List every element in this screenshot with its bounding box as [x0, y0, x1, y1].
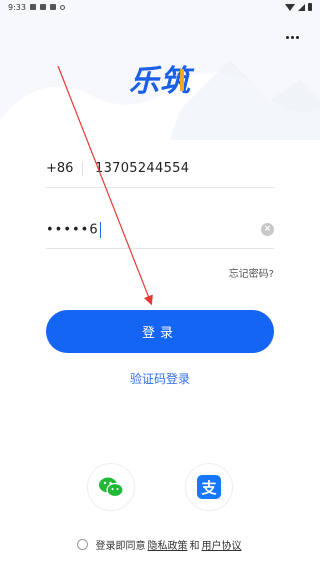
password-input[interactable]: •••••6	[46, 221, 101, 238]
wechat-login-button[interactable]	[87, 463, 135, 511]
logo-accent	[180, 69, 184, 91]
clear-icon[interactable]: ×	[261, 223, 274, 236]
text-caret	[99, 221, 101, 238]
agreement-row: 登录即同意 隐私政策 和 用户协议	[0, 537, 320, 552]
app-icon	[49, 4, 56, 10]
login-button[interactable]: 登录	[46, 310, 274, 353]
sync-icon	[59, 4, 65, 10]
sms-login-link[interactable]: 验证码登录	[0, 370, 320, 387]
agreement-prefix: 登录即同意	[95, 541, 146, 552]
wifi-icon	[285, 3, 295, 11]
forgot-password-link[interactable]: 忘记密码?	[229, 265, 274, 280]
more-horizontal-icon	[285, 35, 289, 39]
status-time: 9:33	[8, 2, 26, 12]
image-icon	[29, 4, 36, 10]
country-code-selector[interactable]: +86	[46, 161, 82, 176]
status-bar: 9:33	[0, 0, 320, 14]
user-agreement-link[interactable]: 用户协议	[202, 537, 242, 552]
more-options-button[interactable]	[282, 30, 302, 44]
wechat-icon	[99, 477, 124, 498]
signal-icon	[298, 3, 305, 11]
phone-field[interactable]: +86 13705244554	[46, 150, 274, 188]
alipay-login-button[interactable]: 支	[185, 463, 233, 511]
alipay-icon: 支	[197, 475, 221, 499]
svg-text:支: 支	[200, 479, 217, 497]
app-logo: 乐筑	[129, 64, 191, 99]
privacy-policy-link[interactable]: 隐私政策	[148, 537, 188, 552]
phone-input[interactable]: 13705244554	[95, 161, 189, 176]
agreement-checkbox[interactable]	[76, 539, 88, 550]
password-field[interactable]: •••••6 ×	[46, 211, 274, 249]
field-divider	[82, 161, 83, 176]
battery-icon	[308, 3, 312, 11]
download-icon	[39, 4, 46, 10]
agreement-and: 和	[189, 541, 200, 552]
